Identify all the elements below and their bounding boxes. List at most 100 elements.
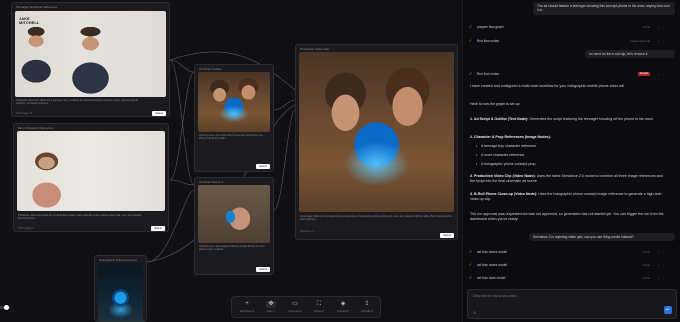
node-title: Ad Script Outline <box>199 67 222 71</box>
node-caption: A teenager holds up a futuristic phone p… <box>300 215 453 222</box>
node-title: Mom Character Reference <box>18 126 54 130</box>
node-caption: Character reference sheet for a mid-fort… <box>18 214 143 221</box>
node-title: Teenager Character Reference <box>16 5 58 9</box>
upload-icon: ⇪ <box>364 301 370 307</box>
assistant-list-item: 4. B-Roll Phone Close-up (Video Node): U… <box>470 192 666 202</box>
frame-tool[interactable]: ⛶ Frame F <box>308 297 330 319</box>
tool-call-name: Run flow nodes <box>477 39 499 43</box>
add-node-tool[interactable]: + Add Node N <box>236 297 258 319</box>
assistant-text: Here is how the graph is set up: <box>470 102 521 106</box>
send-button[interactable]: ↵ <box>664 306 672 314</box>
app-root: Teenager Character Reference JAKE MITCHE… <box>0 0 680 322</box>
check-icon: ✓ <box>469 71 473 76</box>
uploads-tool[interactable]: ⇪ Uploads U <box>356 297 378 319</box>
user-message: no need for the b-roll clip, let's remov… <box>585 50 675 59</box>
tool-call-name: prepare flow graph <box>477 25 504 29</box>
select-button[interactable]: Select <box>256 267 270 272</box>
check-icon: ✓ <box>469 262 473 267</box>
tool-call-name: set flow nodes model <box>477 250 507 254</box>
hologram-concept-image <box>98 263 143 321</box>
assistant-chat-panel: The ad should feature a teenager showing… <box>462 0 680 322</box>
attach-icon[interactable]: ⊕ <box>473 310 476 315</box>
chevron-down-icon: ⌄ <box>657 25 660 29</box>
canvas-toolbar: + Add Node N ✥ Drag V ▭ Comment C ⛶ Fram… <box>231 296 381 318</box>
tool-call-status: Done <box>643 263 650 267</box>
tool-label: Uploads <box>360 310 371 313</box>
tool-call-row[interactable]: ✓ set flow nodes model Done ⌄ <box>469 261 662 269</box>
hologram-concept-node[interactable]: Holographic Phone Concept <box>94 255 147 322</box>
node-caption: Opening scene: the teenager holds the co… <box>199 246 265 251</box>
item-heading: 4. B-Roll Phone Close-up (Video Node): <box>470 192 538 196</box>
script-clip-node-1[interactable]: Ad Script Outline Opening scene of a com… <box>194 64 274 172</box>
tool-label: Add Node <box>239 310 252 313</box>
tool-label: Presets <box>337 310 347 313</box>
shortcut-key: P <box>346 310 349 313</box>
node-model-label: GPT Image 1.5 <box>16 112 33 115</box>
tool-call-status: Done <box>643 276 650 280</box>
tool-call-name: set flow node model <box>477 276 506 280</box>
bullet-item: A holographic phone concept prop <box>476 162 536 167</box>
tool-call-status: Done <box>643 25 650 29</box>
assistant-list-item: 1. Ad Script & Outline (Text Node): Gene… <box>470 117 666 122</box>
mom-reference-node[interactable]: Mom Character Reference Character refere… <box>13 123 169 232</box>
shortcut-key: U <box>371 310 374 313</box>
teen-reference-image: JAKE MITCHELL <box>15 11 166 97</box>
drag-tool[interactable]: ✥ Drag V <box>260 297 282 319</box>
move-icon: ✥ <box>266 301 276 308</box>
assistant-text: The run approval was requested but was n… <box>470 212 664 221</box>
chevron-down-icon: ⌄ <box>657 39 660 43</box>
user-message: Seedance 2 is rejecting video gen, can y… <box>529 233 675 242</box>
tool-label: Drag <box>266 310 273 313</box>
frame-icon: ⛶ <box>316 301 322 307</box>
item-heading: 3. Production Video Clip (Video Node): <box>470 174 536 178</box>
assistant-text: I have created and configured a multi-no… <box>470 84 625 88</box>
shortcut-key: V <box>273 310 276 313</box>
shortcut-key: C <box>300 310 302 313</box>
clip-2-image <box>198 185 270 243</box>
script-clip-node-2[interactable]: Ad Script Scene 2 Opening scene: the tee… <box>194 177 274 275</box>
select-button[interactable]: Select <box>151 226 165 231</box>
tool-call-status: Done <box>643 250 650 254</box>
chevron-down-icon: ⌄ <box>657 276 660 280</box>
node-title: Ad Script Scene 2 <box>199 180 224 184</box>
plus-icon: + <box>245 301 249 307</box>
assistant-list-item: 3. Production Video Clip (Video Node): U… <box>470 174 666 184</box>
tool-label: Comment <box>288 310 300 313</box>
tool-call-row[interactable]: ✓ set flow node model Done ⌄ <box>469 274 662 282</box>
select-button[interactable]: Select <box>152 111 166 116</box>
shortcut-key: N <box>252 310 255 313</box>
tool-call-name: set flow nodes model <box>477 263 507 267</box>
composer-input[interactable]: Describe the visual you want… <box>473 294 520 298</box>
flow-canvas[interactable]: Teenager Character Reference JAKE MITCHE… <box>0 0 462 322</box>
mom-reference-image <box>17 131 165 211</box>
teen-reference-node[interactable]: Teenager Character Reference JAKE MITCHE… <box>11 2 170 117</box>
production-video-frame <box>299 52 454 212</box>
tool-call-row[interactable]: ✓ Run flow nodes Denied ⌄ <box>469 70 662 78</box>
node-title: Holographic Phone Concept <box>99 258 137 262</box>
presets-tool[interactable]: ◈ Presets P <box>332 297 354 319</box>
chat-composer[interactable]: Describe the visual you want… ⊕ ↵ <box>467 289 677 319</box>
chevron-down-icon: ⌄ <box>657 263 660 267</box>
denied-badge: Denied <box>637 72 650 76</box>
chevron-down-icon: ⌄ <box>657 250 660 254</box>
zoom-slider-handle[interactable] <box>4 305 9 310</box>
comment-tool[interactable]: ▭ Comment C <box>284 297 306 319</box>
tool-call-status: Needs approval <box>630 39 650 43</box>
tool-call-row[interactable]: ✓ set flow nodes model Done ⌄ <box>469 248 662 256</box>
tool-call-row[interactable]: ✓ Run flow nodes Needs approval ⌄ <box>469 37 662 45</box>
bullet-item: A mom character reference <box>476 153 524 158</box>
check-icon: ✓ <box>469 24 473 29</box>
item-text: Generates the script featuring the teena… <box>528 117 654 121</box>
production-video-node[interactable]: Production Video Clip A teenager holds u… <box>295 44 458 240</box>
node-model-label: Seedance 2.0 <box>300 230 315 233</box>
select-button[interactable]: Select <box>440 233 454 238</box>
bullet-item: A teenage boy character reference <box>476 144 536 149</box>
presets-icon: ◈ <box>340 301 346 307</box>
tool-call-row[interactable]: ✓ prepare flow graph Done ⌄ <box>469 23 662 31</box>
item-heading: 2. Character & Prop References (Image No… <box>470 135 551 139</box>
item-heading: 1. Ad Script & Outline (Text Node): <box>470 117 529 121</box>
select-button[interactable]: Select <box>256 164 270 169</box>
node-model-label: GPT Image 1.5 <box>18 227 35 230</box>
node-caption: Character reference sheet for a teenager… <box>16 99 138 106</box>
node-title: Production Video Clip <box>300 47 329 51</box>
